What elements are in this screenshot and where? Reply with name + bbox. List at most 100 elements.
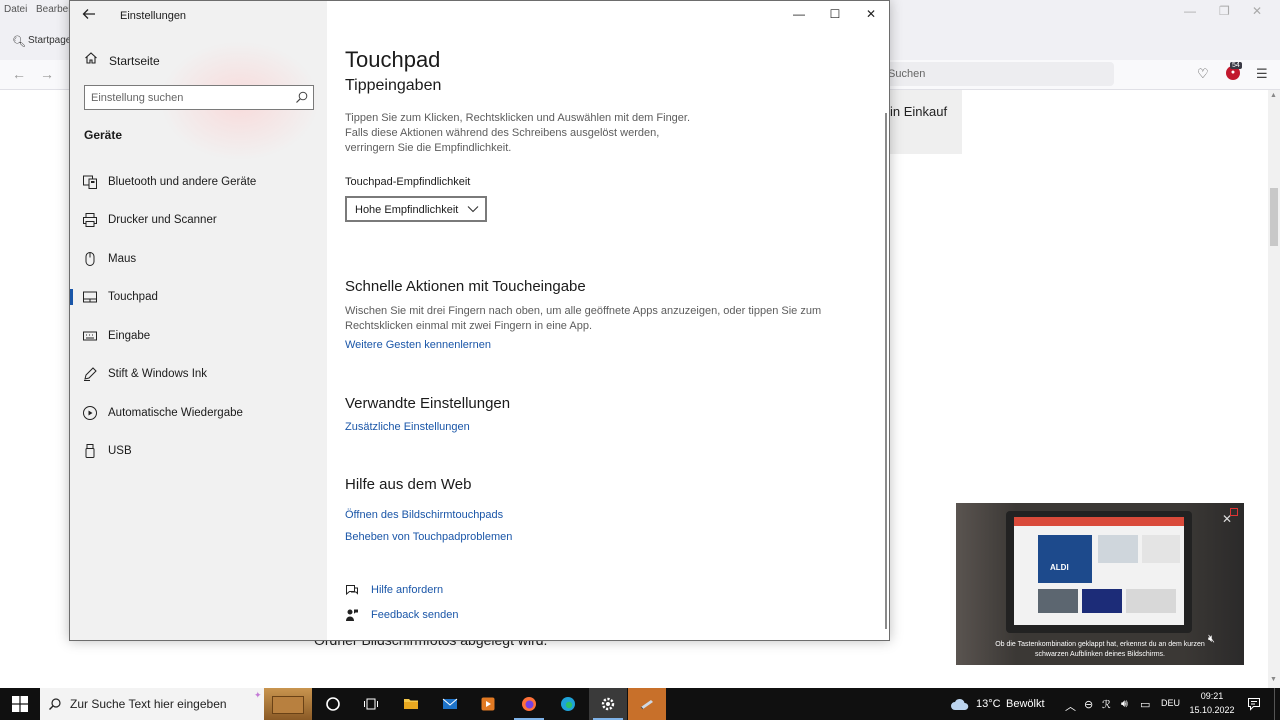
browser-tab[interactable]: 🔍︎ Startpage S <box>4 30 74 54</box>
sidebar-item-label: Bluetooth und andere Geräte <box>108 176 257 188</box>
weather-condition: Bewölkt <box>1006 698 1045 710</box>
taskbar-settings[interactable] <box>589 688 627 720</box>
video-laptop: ALDI <box>1006 511 1192 633</box>
taskbar-media-player[interactable] <box>469 688 507 720</box>
minimize-icon[interactable]: — <box>789 7 809 25</box>
taskbar-search-box[interactable]: Zur Suche Text hier eingeben ✦ <box>40 688 264 720</box>
menu-bearbeiten[interactable]: Bearbeit <box>36 4 73 15</box>
media-player-icon <box>481 697 495 711</box>
taps-heading: Tippeingaben <box>345 77 442 94</box>
usb-icon <box>85 444 95 458</box>
close-icon[interactable]: ✕ <box>861 7 881 25</box>
scroll-down-icon[interactable]: ▼ <box>1270 676 1277 683</box>
taskbar-mail[interactable] <box>431 688 469 720</box>
sensitivity-dropdown[interactable]: Hohe Empfindlichkeit <box>345 196 487 222</box>
pen-icon <box>84 367 97 381</box>
sidebar-item-usb[interactable]: USB <box>70 435 327 467</box>
sparkle-icon: ✦ <box>254 690 262 700</box>
browser-maximize-icon[interactable]: ❐ <box>1219 4 1230 18</box>
aldi-logo: ALDI <box>1038 535 1092 583</box>
feedback-person-icon <box>346 609 358 621</box>
quick-actions-heading: Schnelle Aktionen mit Toucheingabe <box>345 278 586 295</box>
home-link[interactable]: Startseite <box>82 51 312 71</box>
search-icon: 🔍︎ <box>12 36 26 48</box>
browser-tab-label: Startpage S <box>28 35 74 46</box>
mail-icon <box>442 698 458 709</box>
snipping-tool-icon <box>640 700 653 710</box>
pocket-icon[interactable]: ♡ <box>1197 66 1209 82</box>
task-view-button[interactable] <box>352 688 390 720</box>
sidebar-item-input[interactable]: Eingabe <box>70 320 327 352</box>
settings-window: Einstellungen Startseite Geräte Bluetoot… <box>69 0 890 641</box>
touchpad-icon <box>83 291 97 303</box>
show-desktop-button[interactable] <box>1274 688 1275 720</box>
feedback-label: Feedback senden <box>371 609 459 621</box>
file-explorer-icon <box>404 699 418 709</box>
back-arrow-icon[interactable] <box>82 7 100 25</box>
settings-content: — ☐ ✕ Touchpad Tippeingaben Tippen Sie z… <box>327 1 889 640</box>
sidebar-item-mouse[interactable]: Maus <box>70 243 327 275</box>
notification-icon[interactable] <box>1247 697 1261 711</box>
clock-date[interactable]: 15.10.2022 <box>1188 705 1236 715</box>
search-highlight-image[interactable] <box>264 688 312 720</box>
start-button[interactable] <box>0 688 40 720</box>
settings-sidebar: Einstellungen Startseite Geräte Bluetoot… <box>70 1 327 640</box>
taskbar: Zur Suche Text hier eingeben ✦ 13°C Bewö… <box>0 688 1280 720</box>
cortana-button[interactable] <box>314 688 352 720</box>
settings-search-box[interactable] <box>84 85 314 110</box>
edge-icon <box>561 697 575 711</box>
settings-search-input[interactable] <box>91 90 287 106</box>
sidebar-item-pen[interactable]: Stift & Windows Ink <box>70 358 327 390</box>
sidebar-item-label: Drucker und Scanner <box>108 214 217 226</box>
active-indicator <box>70 289 73 305</box>
sidebar-item-autoplay[interactable]: Automatische Wiedergabe <box>70 397 327 429</box>
home-label: Startseite <box>109 54 160 68</box>
scrollbar-thumb[interactable] <box>1270 188 1278 246</box>
sidebar-item-bluetooth[interactable]: Bluetooth und andere Geräte <box>70 166 327 198</box>
back-arrow-icon[interactable]: ← <box>12 66 26 82</box>
taskbar-firefox[interactable] <box>510 688 548 720</box>
language-input-icon[interactable]: ℛ <box>1102 698 1111 711</box>
windows-logo-icon <box>12 696 28 712</box>
language-indicator[interactable]: DEU <box>1161 698 1180 708</box>
sidebar-item-printers[interactable]: Drucker und Scanner <box>70 204 327 236</box>
settings-scrollbar[interactable] <box>885 113 887 629</box>
more-gestures-link[interactable]: Weitere Gesten kennenlernen <box>345 339 491 351</box>
muted-speaker-icon[interactable]: 🔇︎ <box>1208 633 1215 646</box>
menu-datei[interactable]: Datei <box>4 4 27 15</box>
scroll-up-icon[interactable]: ▲ <box>1270 92 1277 99</box>
browser-minimize-icon[interactable]: — <box>1184 4 1196 18</box>
clock-time[interactable]: 09:21 <box>1188 691 1236 701</box>
web-help-heading: Hilfe aus dem Web <box>345 476 472 493</box>
forward-arrow-icon[interactable]: → <box>40 66 54 82</box>
taskbar-edge[interactable] <box>549 688 587 720</box>
extension-count-badge: 54 <box>1230 62 1242 69</box>
sidebar-item-touchpad[interactable]: Touchpad <box>70 281 327 313</box>
search-icon <box>49 698 61 710</box>
related-settings-heading: Verwandte Einstellungen <box>345 395 511 412</box>
browser-search-field[interactable]: Suchen <box>880 62 1114 86</box>
additional-settings-link[interactable]: Zusätzliche Einstellungen <box>345 421 470 433</box>
volume-icon[interactable]: 🔊︎ <box>1121 698 1128 711</box>
keyboard-icon <box>83 331 97 341</box>
chevron-up-icon[interactable]: ︿ <box>1065 698 1076 714</box>
taskbar-snip-tool[interactable] <box>628 688 666 720</box>
weather-temperature: 13°C <box>976 698 1001 710</box>
open-screen-touchpad-link[interactable]: Öffnen des Bildschirmtouchpads <box>345 509 503 521</box>
browser-close-icon[interactable]: ✕ <box>1252 4 1262 18</box>
hamburger-menu-icon[interactable]: ☰ <box>1256 66 1268 82</box>
sidebar-item-label: Eingabe <box>108 330 151 342</box>
video-laptop-screen: ALDI <box>1014 517 1184 625</box>
ime-icon[interactable]: ▭ <box>1140 698 1150 711</box>
maximize-icon[interactable]: ☐ <box>825 7 845 25</box>
network-icon[interactable]: ⊖ <box>1084 698 1093 711</box>
sidebar-item-label: Touchpad <box>108 291 158 303</box>
video-caption: Ob die Tastenkombination geklappt hat, e… <box>995 641 1205 658</box>
search-icon[interactable] <box>295 90 309 104</box>
taskbar-explorer[interactable] <box>392 688 430 720</box>
cloud-icon <box>951 698 969 710</box>
fix-touchpad-problems-link[interactable]: Beheben von Touchpadproblemen <box>345 531 512 543</box>
pip-toggle-icon[interactable] <box>1230 508 1238 516</box>
browser-scrollbar[interactable]: ▲ ▼ <box>1268 90 1280 688</box>
picture-in-picture-video[interactable]: ALDI Ob die Tastenkombination geklappt h… <box>956 503 1244 665</box>
